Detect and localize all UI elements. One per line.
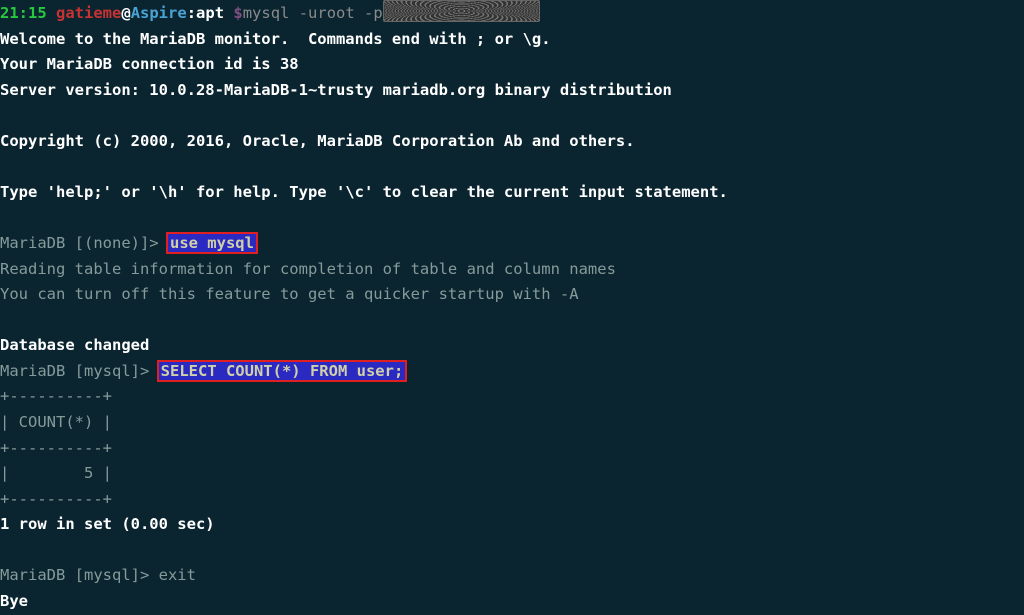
database-changed: Database changed: [0, 333, 1024, 359]
table-header: | COUNT(*) |: [0, 410, 1024, 436]
mariadb-prompt-mysql: MariaDB [mysql]> SELECT COUNT(*) FROM us…: [0, 359, 1024, 385]
shell-prompt-line: 21:15 gatieme@Aspire:apt $mysql -uroot -…: [0, 0, 1024, 27]
welcome-line-1: Welcome to the MariaDB monitor. Commands…: [0, 27, 1024, 53]
prompt-host: Aspire: [131, 4, 187, 22]
select-count-command[interactable]: SELECT COUNT(*) FROM user;: [159, 362, 406, 380]
reading-tables-line: Reading table information for completion…: [0, 257, 1024, 283]
welcome-line-3: Server version: 10.0.28-MariaDB-1~trusty…: [0, 78, 1024, 104]
table-border-bot: +----------+: [0, 487, 1024, 513]
copyright-line: Copyright (c) 2000, 2016, Oracle, MariaD…: [0, 129, 1024, 155]
table-border-top: +----------+: [0, 384, 1024, 410]
password-redacted: [383, 0, 540, 22]
prompt-time: 21:15: [0, 4, 47, 22]
use-db-command[interactable]: use mysql: [168, 234, 256, 252]
prompt-cwd: apt: [196, 4, 224, 22]
prompt-user: gatieme: [56, 4, 121, 22]
mariadb-prompt-exit: MariaDB [mysql]> exit: [0, 563, 1024, 589]
table-row: | 5 |: [0, 461, 1024, 487]
shell-command[interactable]: mysql -uroot -p: [243, 4, 383, 22]
table-border-mid: +----------+: [0, 436, 1024, 462]
turnoff-line: You can turn off this feature to get a q…: [0, 282, 1024, 308]
mariadb-prompt-none: MariaDB [(none)]> use mysql: [0, 231, 1024, 257]
help-line: Type 'help;' or '\h' for help. Type '\c'…: [0, 180, 1024, 206]
rows-summary: 1 row in set (0.00 sec): [0, 512, 1024, 538]
welcome-line-2: Your MariaDB connection id is 38: [0, 52, 1024, 78]
bye-line: Bye: [0, 589, 1024, 615]
exit-command[interactable]: exit: [149, 566, 196, 584]
